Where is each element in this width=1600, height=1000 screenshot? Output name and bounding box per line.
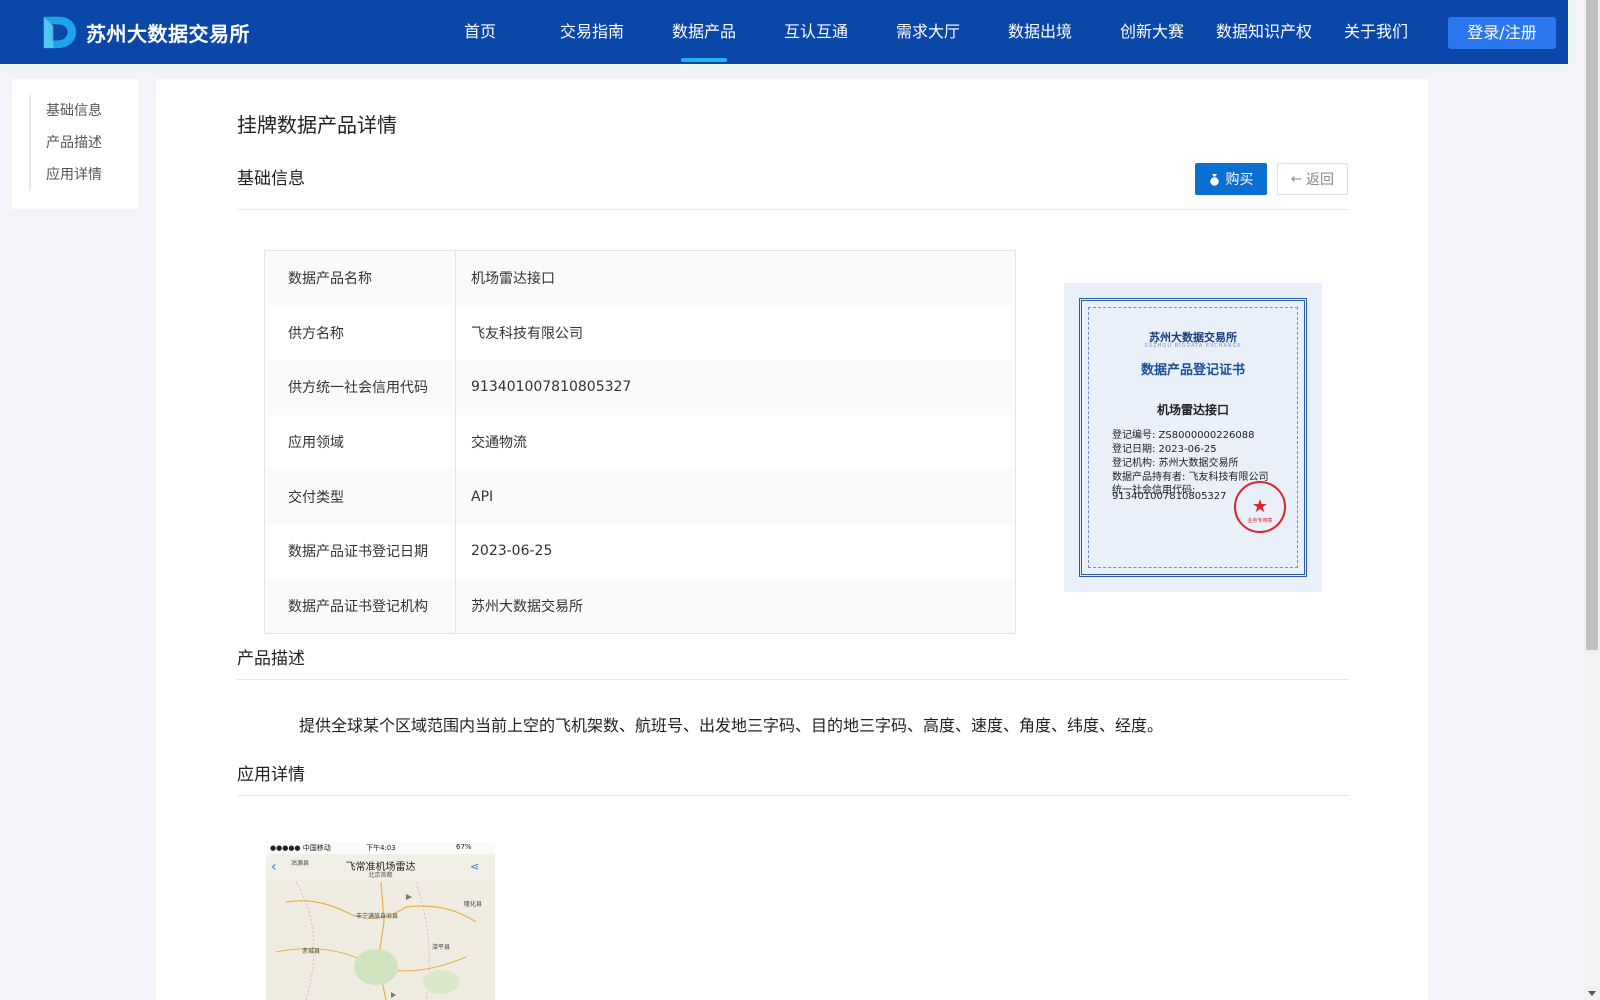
divider xyxy=(237,679,1349,680)
map-label: 赤城县 xyxy=(302,948,321,955)
nav-home[interactable]: 首页 xyxy=(424,0,536,64)
section-title-product-description: 产品描述 xyxy=(237,649,305,669)
share-icon: ⋖ xyxy=(470,860,480,873)
row-label: 数据产品证书登记机构 xyxy=(264,578,456,634)
certificate-line: 913401007810805327 xyxy=(1112,491,1227,502)
status-time: 下午4:03 xyxy=(366,844,396,852)
nav-about-us[interactable]: 关于我们 xyxy=(1320,0,1432,64)
row-value: 2023-06-25 xyxy=(471,543,553,560)
row-label: 数据产品名称 xyxy=(264,250,456,306)
map-label: 隆化县 xyxy=(464,901,483,908)
buy-button[interactable]: 购买 xyxy=(1195,163,1267,195)
anchor-application-details[interactable]: 应用详情 xyxy=(46,164,102,184)
page-title: 挂牌数据产品详情 xyxy=(237,113,397,137)
certificate-org-name-en: SUZHOU BIGDATA EXCHANGE xyxy=(1144,343,1242,349)
table-row: 数据产品证书登记日期 2023-06-25 xyxy=(264,523,1016,579)
arrow-left-icon: ← xyxy=(1291,171,1302,187)
logo-text: 苏州大数据交易所 xyxy=(86,21,250,46)
seal-text: 业务专用章 xyxy=(1247,518,1273,524)
scroll-down-arrow-icon[interactable] xyxy=(1588,991,1596,996)
row-value: 苏州大数据交易所 xyxy=(471,598,583,615)
table-row: 应用领域 交通物流 xyxy=(264,414,1016,470)
main-nav: 首页 交易指南 数据产品 互认互通 需求大厅 数据出境 创新大赛 数据知识产权 … xyxy=(424,0,1432,64)
row-value: 机场雷达接口 xyxy=(471,271,555,288)
divider xyxy=(237,795,1349,796)
row-label: 交付类型 xyxy=(264,469,456,524)
app-subtitle: 北京首都 xyxy=(368,872,393,879)
site-logo[interactable]: 苏州大数据交易所 xyxy=(40,12,250,52)
nav-data-ip[interactable]: 数据知识产权 xyxy=(1208,0,1320,64)
star-icon: ★ xyxy=(1251,496,1269,517)
section-title-basic-info: 基础信息 xyxy=(237,169,305,189)
certificate-line: 登记编号: ZS8000000226088 xyxy=(1112,430,1255,441)
row-label: 供方名称 xyxy=(264,305,456,360)
map-label: 丰宁满族自治县 xyxy=(356,913,399,920)
product-detail-card: 挂牌数据产品详情 基础信息 购买 ← 返回 数据产品名称 机场雷达接口 供方名称… xyxy=(156,79,1428,1000)
certificate-line: 登记日期: 2023-06-25 xyxy=(1112,444,1217,455)
certificate-title: 数据产品登记证书 xyxy=(1140,363,1245,378)
table-row: 交付类型 API xyxy=(264,469,1016,524)
money-bag-icon xyxy=(1209,173,1219,186)
basic-info-table: 数据产品名称 机场雷达接口 供方名称 飞友科技有限公司 供方统一社会信用代码 9… xyxy=(264,250,1016,634)
battery-text: 67% xyxy=(456,843,472,851)
back-button[interactable]: ← 返回 xyxy=(1277,163,1348,195)
logo-icon xyxy=(43,16,77,49)
registration-certificate-image[interactable]: 苏州大数据交易所 SUZHOU BIGDATA EXCHANGE 数据产品登记证… xyxy=(1064,283,1322,592)
row-value: 913401007810805327 xyxy=(471,379,632,396)
nav-innovation-contest[interactable]: 创新大赛 xyxy=(1096,0,1208,64)
nav-mutual-recognition[interactable]: 互认互通 xyxy=(760,0,872,64)
anchor-basic-info[interactable]: 基础信息 xyxy=(46,100,102,120)
row-value: API xyxy=(471,488,494,505)
divider xyxy=(237,209,1349,210)
nav-data-products[interactable]: 数据产品 xyxy=(648,0,760,64)
table-row: 数据产品名称 机场雷达接口 xyxy=(264,250,1016,306)
anchor-line xyxy=(29,95,31,191)
row-label: 数据产品证书登记日期 xyxy=(264,523,456,579)
row-value: 交通物流 xyxy=(471,434,527,451)
scrollbar-thumb[interactable] xyxy=(1586,0,1598,650)
vertical-scrollbar[interactable] xyxy=(1584,0,1600,1000)
phone-status-bar: ●●●●● 中国移动 下午4:03 67% xyxy=(266,842,495,854)
carrier-text: ●●●●● 中国移动 xyxy=(270,844,331,852)
product-description-text: 提供全球某个区域范围内当前上空的飞机架数、航班号、出发地三字码、目的地三字码、高… xyxy=(299,716,1164,735)
section-anchor-nav: 基础信息 产品描述 应用详情 xyxy=(12,79,138,209)
map-label: 滦平县 xyxy=(432,944,451,951)
row-value: 飞友科技有限公司 xyxy=(471,325,583,342)
nav-demand-hall[interactable]: 需求大厅 xyxy=(872,0,984,64)
row-label: 供方统一社会信用代码 xyxy=(264,359,456,415)
nav-data-export[interactable]: 数据出境 xyxy=(984,0,1096,64)
application-screenshot[interactable]: ●●●●● 中国移动 下午4:03 67% ‹ 飞常准机场雷达 北京首都 ⋖ 沽… xyxy=(266,842,495,1000)
table-row: 供方名称 飞友科技有限公司 xyxy=(264,305,1016,360)
top-navbar: 苏州大数据交易所 首页 交易指南 数据产品 互认互通 需求大厅 数据出境 创新大… xyxy=(0,0,1568,64)
nav-trading-guide[interactable]: 交易指南 xyxy=(536,0,648,64)
table-row: 数据产品证书登记机构 苏州大数据交易所 xyxy=(264,578,1016,634)
certificate-line: 登记机构: 苏州大数据交易所 xyxy=(1112,458,1239,469)
table-row: 供方统一社会信用代码 913401007810805327 xyxy=(264,359,1016,415)
buy-button-label: 购买 xyxy=(1225,172,1254,188)
red-seal-stamp: ★ 业务专用章 xyxy=(1234,481,1286,533)
certificate-product-name: 机场雷达接口 xyxy=(1156,403,1229,417)
anchor-product-description[interactable]: 产品描述 xyxy=(46,132,102,152)
back-button-label: 返回 xyxy=(1305,172,1334,188)
login-register-button[interactable]: 登录/注册 xyxy=(1448,17,1556,49)
section-title-application-details: 应用详情 xyxy=(237,765,305,785)
row-label: 应用领域 xyxy=(264,414,456,470)
map-label: 沽源县 xyxy=(291,860,310,867)
